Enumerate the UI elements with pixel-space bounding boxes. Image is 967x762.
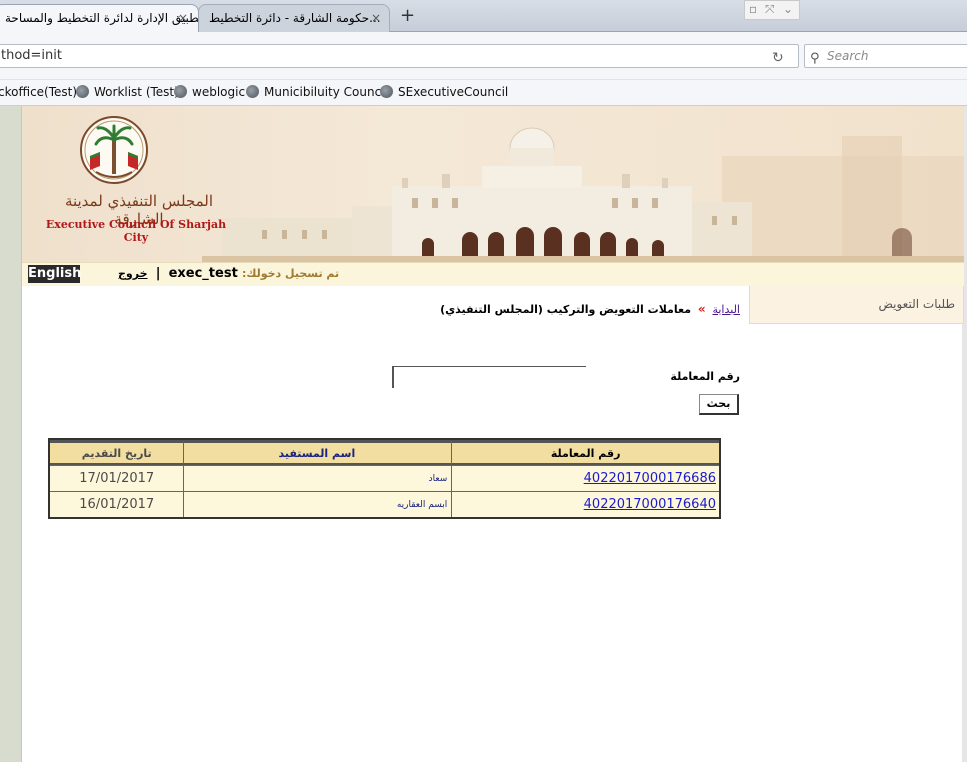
table-header-row: تاريخ التقديم اسم المستفيد رقم المعاملة [50,440,719,465]
header-submission-date: تاريخ التقديم [50,440,184,465]
bookmark-item[interactable]: Municibiluity Council [246,85,388,99]
bookmark-item[interactable]: ckoffice(Test) [0,85,77,99]
bookmark-item[interactable]: weblogic [174,85,245,99]
transaction-number-label: رقم المعاملة [670,370,740,383]
breadcrumb-home-link[interactable]: البداية [712,303,740,316]
header-beneficiary-name: اسم المستفيد [183,440,452,465]
search-icon: ⚲ [810,51,820,66]
table-row: 17/01/2017 سعاد 4022017000176686 [50,465,719,491]
beneficiary-name: سعاد [183,465,452,491]
globe-icon [246,85,259,98]
transaction-link[interactable]: 4022017000176640 [584,497,716,512]
results-table: تاريخ التقديم اسم المستفيد رقم المعاملة … [48,438,721,519]
bookmark-item[interactable]: Worklist (Test) [76,85,179,99]
council-name-english: Executive Council Of Sharjah City [45,218,227,244]
browser-tab-active[interactable]: تطبيق الإدارة لدائرة التخطيط والمساحة × [0,4,199,32]
bookmark-item[interactable]: SExecutiveCouncil [380,85,508,99]
globe-icon [380,85,393,98]
table-row: 16/01/2017 ابسم العقاريه 402201700017664… [50,491,719,517]
bookmarks-bar: ckoffice(Test) Worklist (Test) weblogic … [0,80,967,106]
tab-title: حكومة الشارقة - دائرة التخطيط... [209,11,381,25]
username: exec_test [168,266,238,281]
breadcrumb-current: معاملات التعويض والتركيب (المجلس التنفيذ… [440,303,692,316]
english-language-button[interactable]: English [28,265,81,283]
reload-icon[interactable]: ↻ [772,47,784,69]
logout-link[interactable]: خروج [118,267,148,280]
search-input[interactable]: ⚲ Search [804,44,967,68]
separator: | [155,266,161,281]
transaction-number-cell: 4022017000176640 [451,491,719,517]
tab-title: تطبيق الإدارة لدائرة التخطيط والمساحة [5,11,199,25]
login-info: تم تسجيل دخولك: exec_test | خروج [118,266,339,281]
beneficiary-name: ابسم العقاريه [183,491,452,517]
search-placeholder: Search [827,49,869,63]
window-controls[interactable]: ▫ ⤧ ⌄ [744,0,800,20]
page-content: المجلس التنفيذي لمدينة الشارقة Executive… [0,106,967,762]
globe-icon [76,85,89,98]
side-tab-label: طلبات التعويض [878,297,955,311]
submission-date: 16/01/2017 [50,491,184,517]
expand-icon[interactable]: ⤧ [765,2,775,17]
close-icon[interactable]: × [371,5,381,32]
close-icon[interactable]: × [178,5,188,32]
transaction-link[interactable]: 4022017000176686 [584,471,716,486]
transaction-number-input[interactable] [392,366,586,388]
header-transaction-number: رقم المعاملة [451,440,719,465]
url-input[interactable]: thod=init ↻ [0,44,799,68]
tab-compensation-requests[interactable]: طلبات التعويض [749,286,964,324]
restore-icon[interactable]: ▫ [749,2,757,16]
globe-icon [174,85,187,98]
browser-tab[interactable]: حكومة الشارقة - دائرة التخطيط... × [198,4,390,32]
transaction-number-cell: 4022017000176686 [451,465,719,491]
submission-date: 17/01/2017 [50,465,184,491]
user-bar: English تم تسجيل دخولك: exec_test | خروج [22,262,964,286]
double-chevron-icon: » [697,302,706,316]
browser-nav-bar: thod=init ↻ ⚲ Search [0,32,967,80]
browser-tab-bar: تطبيق الإدارة لدائرة التخطيط والمساحة × … [0,0,967,32]
logged-in-label: تم تسجيل دخولك: [241,267,340,280]
emblem-logo [80,116,148,184]
url-text: thod=init [1,48,62,63]
breadcrumb: البداية » معاملات التعويض والتركيب (المج… [380,302,740,316]
search-button[interactable]: بحث [699,394,739,415]
left-border [0,106,22,762]
header-banner: المجلس التنفيذي لمدينة الشارقة Executive… [22,106,964,262]
new-tab-button[interactable]: + [400,5,415,26]
chevron-down-icon[interactable]: ⌄ [783,2,793,16]
